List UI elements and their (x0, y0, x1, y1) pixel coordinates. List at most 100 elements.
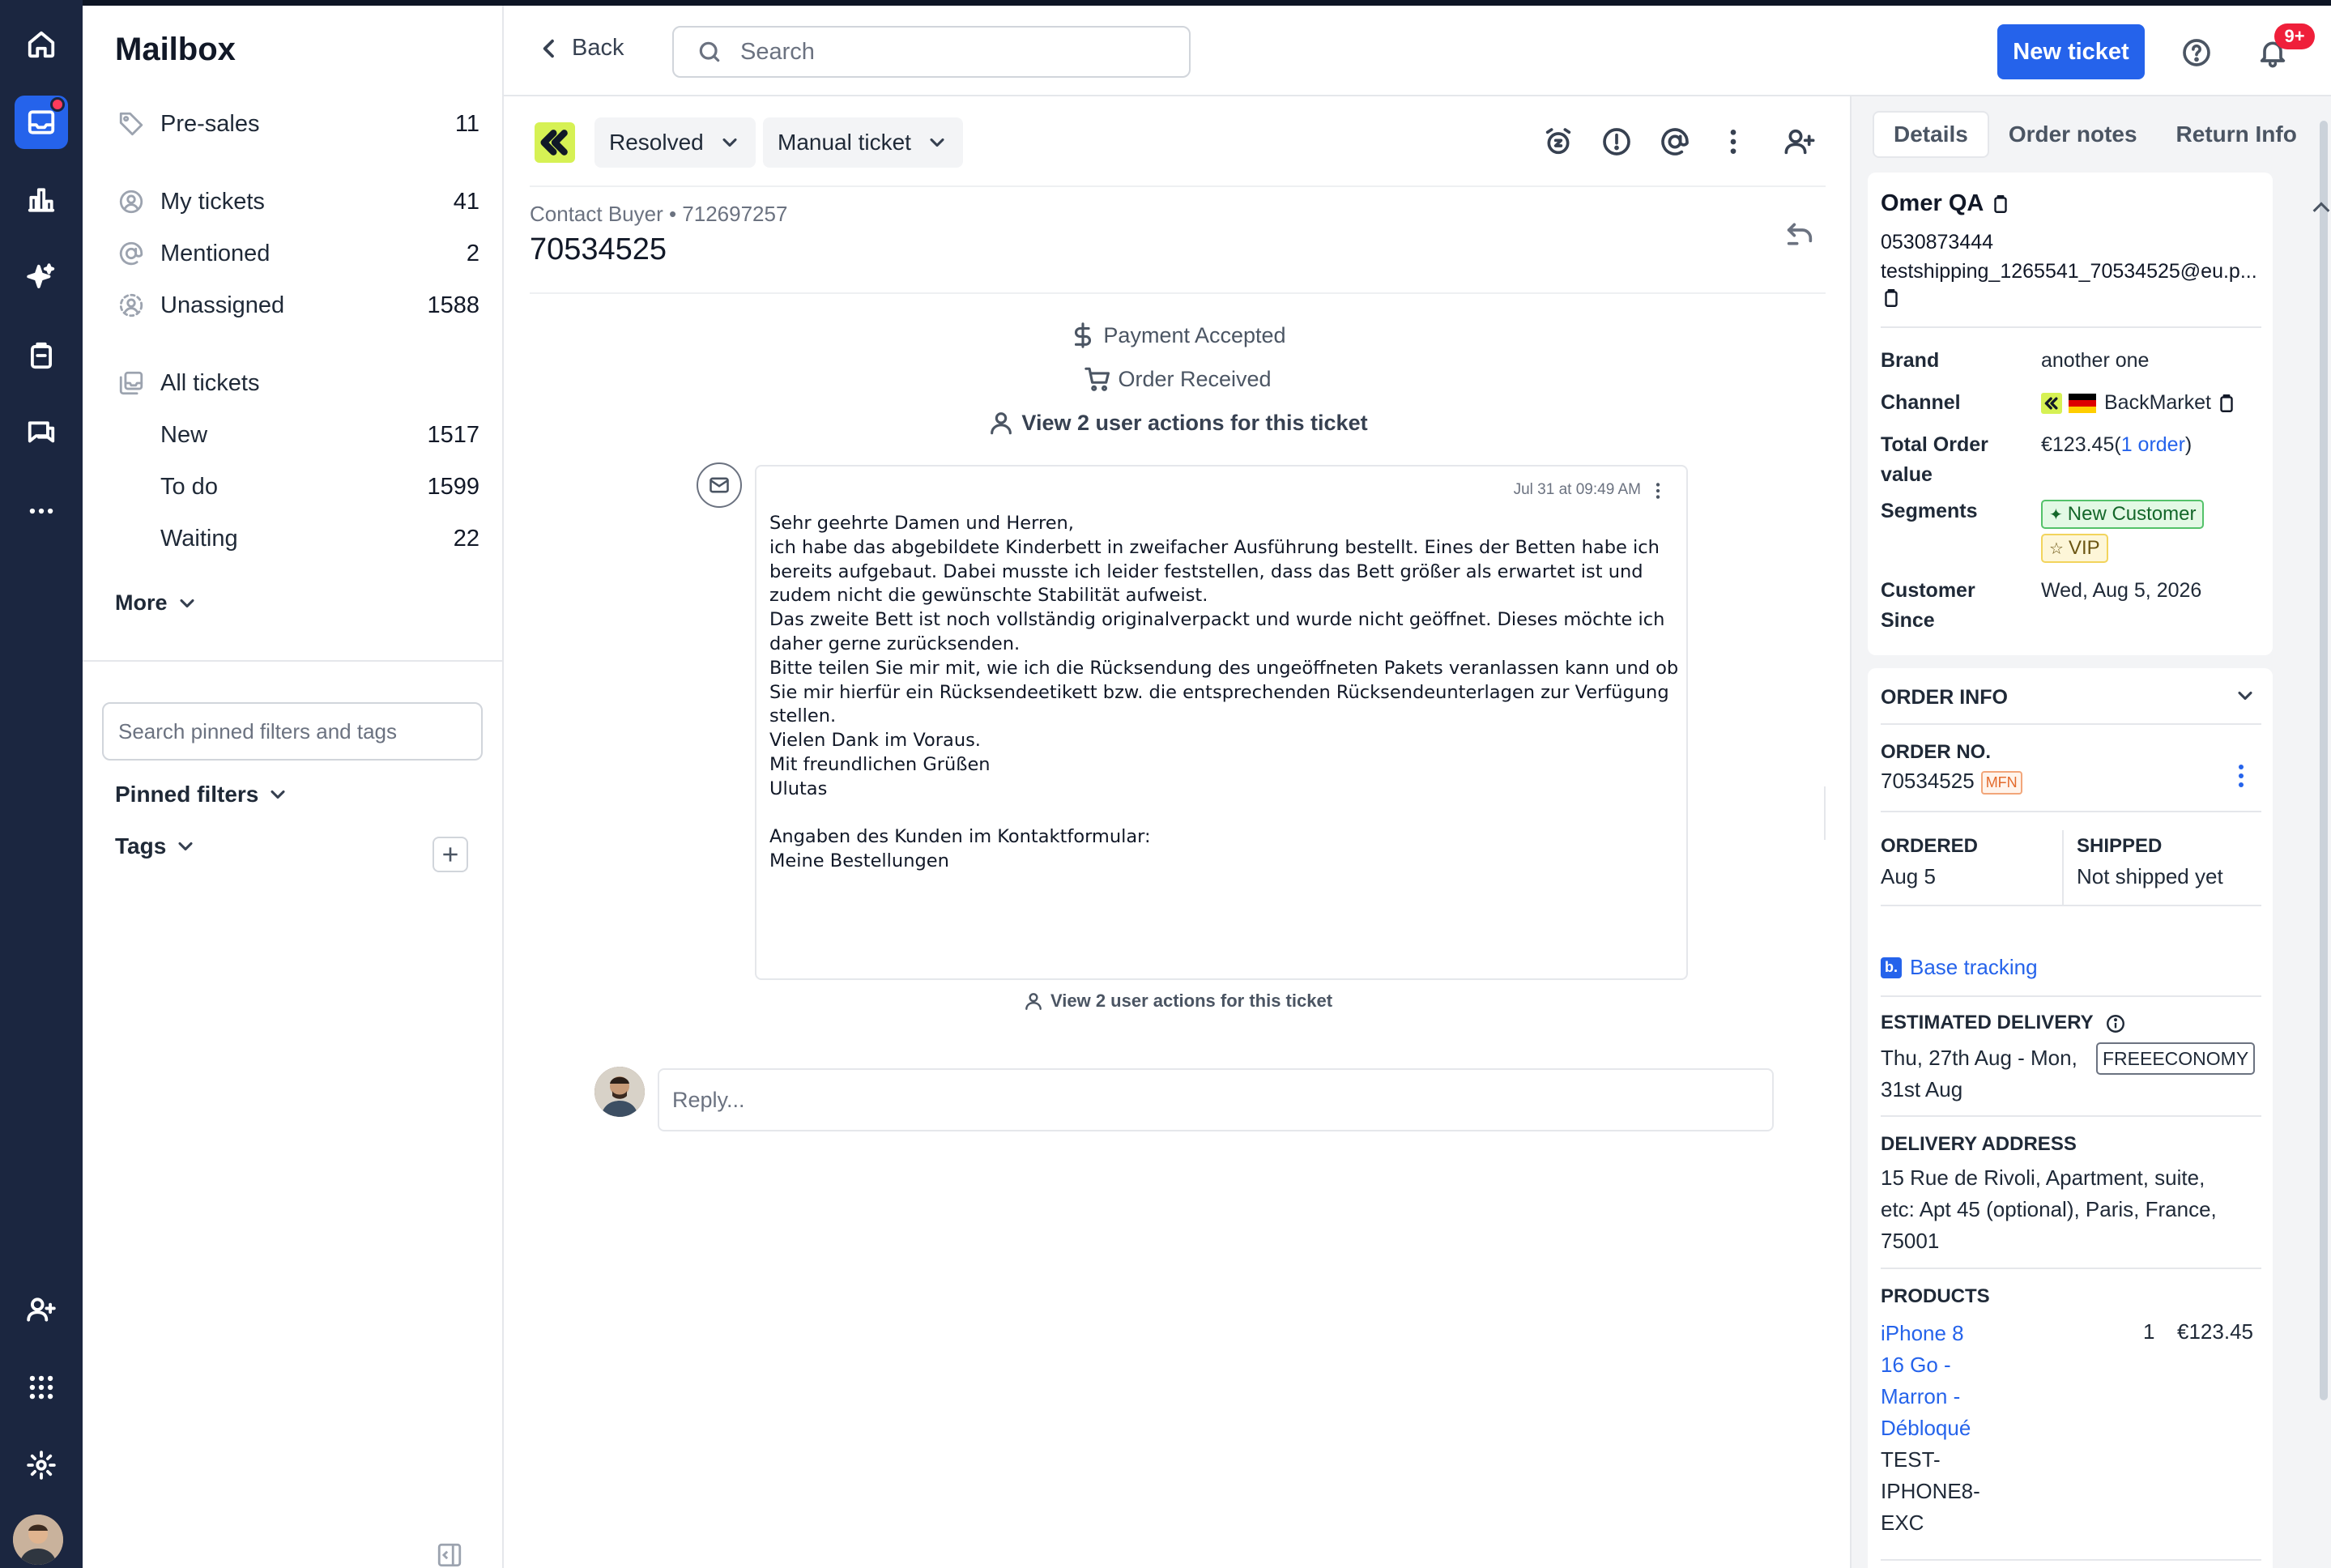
tracking-logo-icon: b. (1881, 957, 1902, 978)
view-user-actions-link[interactable]: View 2 user actions for this ticket (504, 409, 1852, 437)
nav-ai[interactable] (15, 251, 68, 305)
mailbox-sidebar: Mailbox Pre-sales 11 My tickets 41 Menti… (83, 6, 504, 1568)
total-order-value: €123.45 (2041, 433, 2115, 456)
mailbox-item-mentioned[interactable]: Mentioned 2 (115, 232, 479, 275)
reply-button[interactable] (1783, 218, 1816, 250)
help-button[interactable] (2180, 36, 2213, 69)
collapse-order-info-button[interactable] (2234, 684, 2256, 707)
tab-return-info[interactable]: Return Info (2157, 111, 2316, 158)
snooze-button[interactable] (1542, 126, 1575, 158)
mailbox-item-my-tickets[interactable]: My tickets 41 (115, 181, 479, 223)
chat-icon (28, 421, 55, 443)
mailbox-item-waiting[interactable]: Waiting 22 (160, 518, 479, 560)
add-tag-button[interactable] (433, 837, 468, 872)
info-icon[interactable] (2105, 1013, 2126, 1034)
sparkle-icon (27, 263, 55, 288)
order-divider (1881, 723, 2261, 725)
copy-icon[interactable] (1990, 194, 2011, 215)
tab-details[interactable]: Details (1873, 111, 1989, 158)
event-label: View 2 user actions for this ticket (1021, 410, 1368, 435)
ticket-header-divider (530, 185, 1826, 187)
copy-icon[interactable] (2216, 393, 2237, 414)
order-menu-button[interactable] (2237, 764, 2245, 788)
tab-order-notes[interactable]: Order notes (1989, 111, 2157, 158)
order-info-card: ORDER INFO ORDER NO. 70534525 MFN ORDERED… (1868, 668, 2273, 1568)
settings-gear-icon (27, 1451, 56, 1480)
assign-user-button[interactable] (1783, 126, 1816, 158)
orders-link[interactable]: 1 order (2121, 430, 2185, 460)
ticket-type-value: Manual ticket (778, 130, 911, 155)
help-circle-icon (2183, 39, 2210, 66)
reply-input[interactable] (658, 1068, 1774, 1131)
pinned-filters-toggle[interactable]: Pinned filters (115, 782, 289, 807)
current-user-avatar[interactable] (13, 1515, 63, 1565)
new-ticket-button[interactable]: New ticket (1997, 24, 2145, 79)
segment-label: VIP (2068, 537, 2100, 559)
nav-orders[interactable] (15, 329, 68, 382)
collapse-sidebar-button[interactable] (436, 1541, 463, 1568)
nav-more[interactable] (15, 484, 68, 538)
scrollbar-thumb[interactable] (2320, 121, 2328, 1400)
nav-inbox[interactable] (15, 96, 68, 149)
paren-open: ( (2114, 433, 2121, 456)
delivery-address-link[interactable]: 15 Rue de Rivoli, Apartment, suite, etc:… (1881, 1162, 2217, 1257)
nav-settings[interactable] (15, 1438, 68, 1492)
back-button[interactable]: Back (536, 35, 624, 62)
scroll-up-arrow-icon[interactable] (2310, 198, 2331, 215)
base-tracking-link[interactable]: b. Base tracking (1881, 955, 2038, 980)
kebab-menu-icon (1730, 130, 1737, 154)
nav-conversations[interactable] (15, 407, 68, 460)
notification-count-badge: 9+ (2274, 23, 2315, 49)
mailbox-title: Mailbox (115, 32, 236, 67)
nav-analytics[interactable] (15, 173, 68, 227)
priority-button[interactable] (1600, 126, 1633, 158)
mailbox-item-todo[interactable]: To do 1599 (160, 466, 479, 508)
chevron-left-icon (543, 39, 554, 58)
search-icon (699, 41, 720, 62)
global-search-input[interactable] (740, 38, 1161, 66)
nav-invite-user[interactable] (15, 1283, 68, 1336)
mailbox-item-count: 2 (466, 240, 479, 266)
mailbox-item-new[interactable]: New 1517 (160, 414, 479, 456)
global-search[interactable] (672, 26, 1191, 78)
address-line: etc: Apt 45 (optional), Paris, France, (1881, 1197, 2217, 1221)
chevron-down-icon (2238, 691, 2252, 701)
mailbox-more-toggle[interactable]: More (115, 590, 198, 616)
copy-email-icon[interactable] (1881, 288, 1902, 314)
mailbox-item-count: 22 (453, 525, 479, 552)
ticket-type-dropdown[interactable]: Manual ticket (763, 117, 963, 168)
mailbox-item-label: To do (160, 473, 218, 500)
message-line: Meine Bestellungen (769, 850, 949, 872)
view-user-actions-link-bottom[interactable]: View 2 user actions for this ticket (504, 991, 1852, 1012)
estimated-delivery-line: 31st Aug (1881, 1077, 1963, 1101)
mention-button[interactable] (1659, 126, 1691, 158)
ticket-breadcrumb: Contact Buyer • 712697257 (530, 202, 788, 226)
add-user-icon (27, 1297, 56, 1322)
mail-icon (710, 477, 729, 493)
product-name-link[interactable]: iPhone 8 16 Go - Marron - Débloqué (1881, 1318, 1980, 1444)
address-line: 75001 (1881, 1229, 1940, 1253)
status-dropdown[interactable]: Resolved (594, 117, 756, 168)
nav-home[interactable] (15, 18, 68, 71)
event-payment-accepted: Payment Accepted (504, 322, 1852, 349)
mailbox-item-unassigned[interactable]: Unassigned 1588 (115, 284, 479, 326)
paren-close: ) (2184, 433, 2193, 456)
user-circle-icon (115, 185, 147, 218)
details-scrollbar[interactable] (2312, 121, 2330, 1568)
alert-circle-icon (1603, 128, 1630, 156)
star-icon: ☆ (2049, 539, 2064, 558)
ticket-more-button[interactable] (1717, 126, 1749, 158)
mailbox-item-presales[interactable]: Pre-sales 11 (115, 103, 479, 145)
mailbox-item-all-tickets[interactable]: All tickets (115, 362, 479, 404)
shopping-cart-icon (1085, 367, 1110, 391)
customer-card: Omer QA 0530873444 testshipping_1265541_… (1868, 173, 2273, 655)
message-menu-button[interactable] (1647, 479, 1668, 502)
user-avatar-image (13, 1515, 63, 1565)
event-label: Payment Accepted (1103, 322, 1286, 347)
order-no-label: ORDER NO. (1881, 741, 1992, 763)
customer-since-value: Wed, Aug 5, 2026 (2041, 579, 2202, 602)
tags-toggle[interactable]: Tags (115, 833, 197, 859)
nav-apps[interactable] (15, 1361, 68, 1414)
ticket-title-divider (530, 292, 1826, 294)
pinned-filters-search-input[interactable] (102, 702, 483, 761)
